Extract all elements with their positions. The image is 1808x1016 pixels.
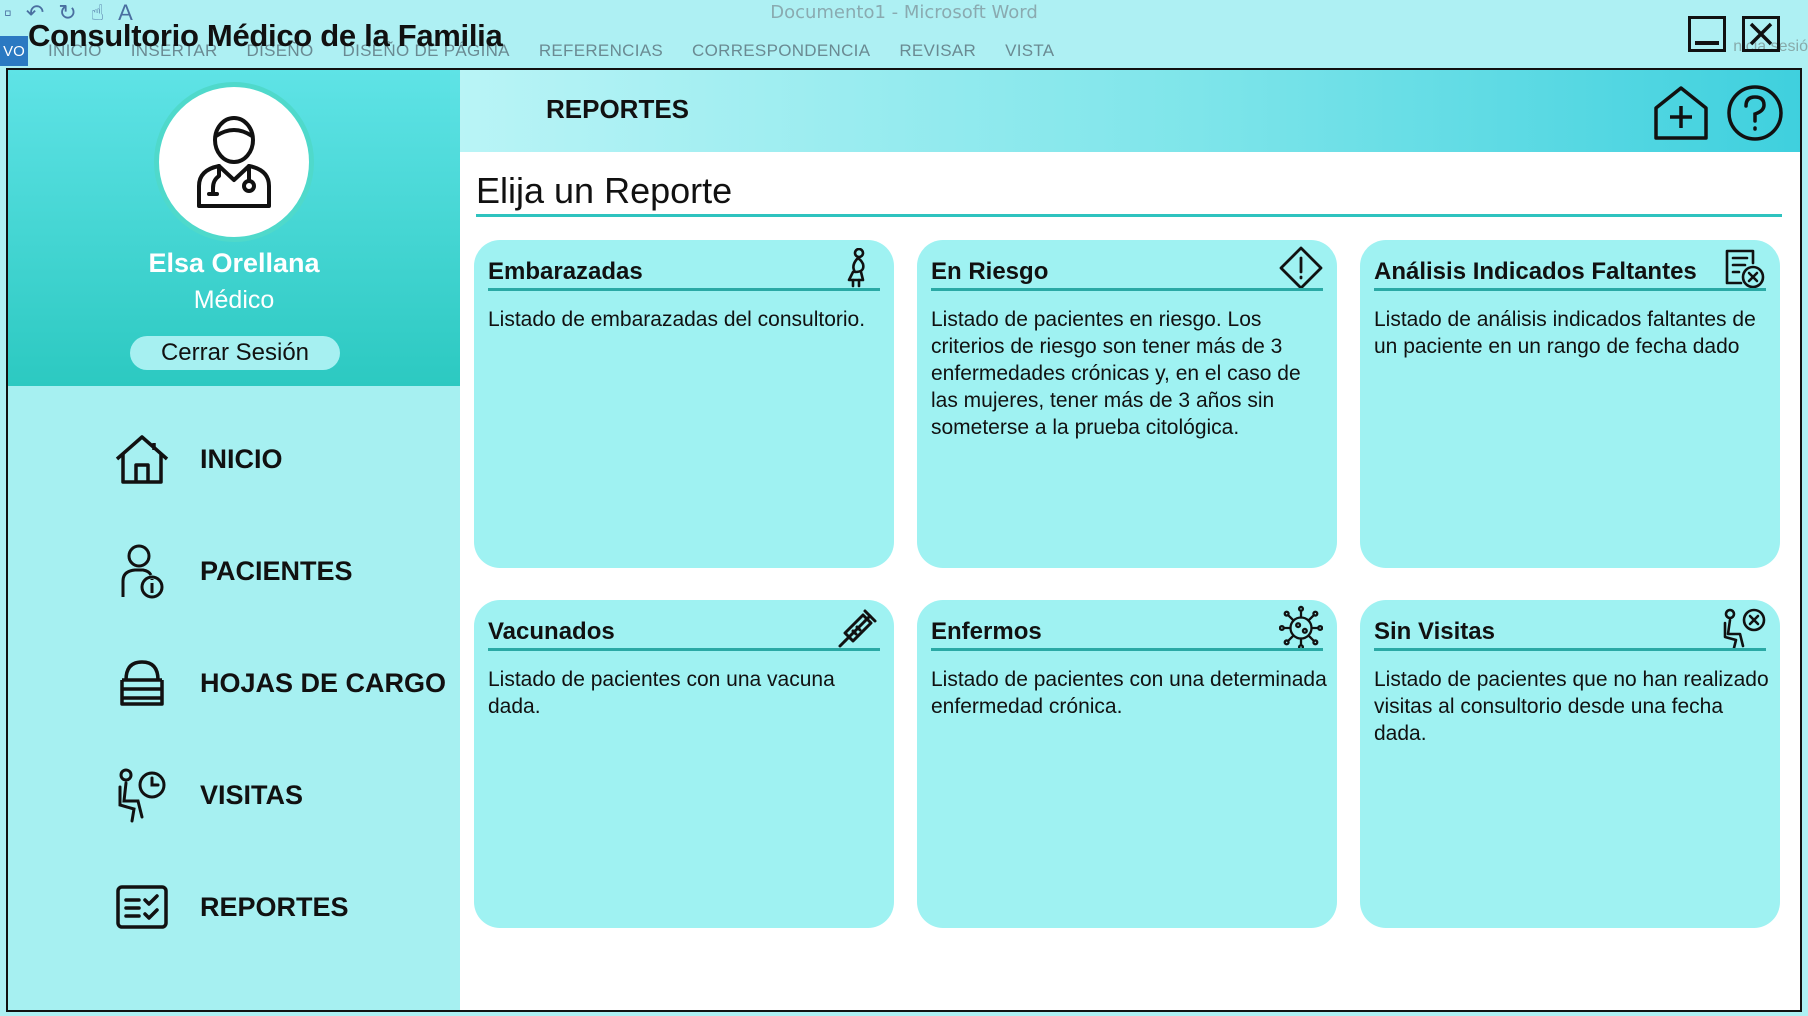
doctor-icon xyxy=(197,116,271,208)
report-checklist-icon xyxy=(116,885,168,929)
card-title: Vacunados xyxy=(488,618,615,645)
card-divider xyxy=(488,288,880,291)
card-divider xyxy=(931,648,1323,651)
card-divider xyxy=(1374,288,1766,291)
report-card-vacunados[interactable]: Vacunados Listado de pacientes con una v… xyxy=(474,600,894,928)
report-card-embarazadas[interactable]: Embarazadas Listado de embarazadas del c… xyxy=(474,240,894,568)
sidebar-item-visitas[interactable]: VISITAS xyxy=(112,760,452,830)
minimize-button[interactable] xyxy=(1688,16,1726,52)
sidebar-item-label: HOJAS DE CARGO xyxy=(200,667,447,698)
sidebar-item-label: VISITAS xyxy=(200,779,304,810)
user-profile: Elsa Orellana Médico Cerrar Sesión xyxy=(8,70,460,386)
question-icon xyxy=(1727,85,1783,141)
file-tab[interactable]: VO xyxy=(0,36,28,66)
app-title: Consultorio Médico de la Familia xyxy=(28,18,503,53)
sidebar: Elsa Orellana Médico Cerrar Sesión INICI… xyxy=(8,70,460,1010)
card-description: Listado de análisis indicados faltantes … xyxy=(1374,308,1756,358)
ribbon-tab-revisar[interactable]: REVISAR xyxy=(899,41,976,61)
ribbon-tab-vista[interactable]: VISTA xyxy=(1005,41,1054,61)
report-card-sin-visitas[interactable]: Sin Visitas Listado de pacientes que no … xyxy=(1360,600,1780,928)
waiting-clock-icon xyxy=(118,768,166,823)
card-title: Enfermos xyxy=(931,618,1042,645)
card-description: Listado de pacientes en riesgo. Los crit… xyxy=(931,308,1301,439)
ribbon-tab-correspondencia[interactable]: CORRESPONDENCIA xyxy=(692,41,870,61)
section-divider xyxy=(476,214,1782,217)
user-role: Médico xyxy=(193,286,275,314)
close-button[interactable] xyxy=(1742,16,1780,52)
ribbon-tab-referencias[interactable]: REFERENCIAS xyxy=(539,41,663,61)
no-visit-icon xyxy=(1723,608,1766,650)
card-description: Listado de pacientes con una determinada… xyxy=(931,668,1327,718)
sidebar-item-label: PACIENTES xyxy=(200,555,353,586)
page-title: REPORTES xyxy=(546,94,690,124)
main-content: REPORTES Elija un Reporte Embarazadas Li… xyxy=(460,70,1800,1010)
home-icon xyxy=(115,435,169,484)
help-button[interactable] xyxy=(1724,82,1786,144)
app-window: Elsa Orellana Médico Cerrar Sesión INICI… xyxy=(6,68,1802,1012)
virus-icon xyxy=(1279,605,1323,651)
syringe-icon xyxy=(838,609,877,648)
sidebar-item-pacientes[interactable]: PACIENTES xyxy=(112,536,452,606)
card-title: En Riesgo xyxy=(931,258,1049,285)
card-description: Listado de pacientes que no han realizad… xyxy=(1374,668,1769,745)
house-plus-icon xyxy=(1654,86,1708,140)
card-title: Embarazadas xyxy=(488,258,643,285)
card-divider xyxy=(931,288,1323,291)
card-description: Listado de embarazadas del consultorio. xyxy=(488,308,866,331)
sidebar-item-label: REPORTES xyxy=(200,891,349,922)
warning-diamond-icon xyxy=(1279,246,1323,290)
card-divider xyxy=(488,648,880,651)
avatar xyxy=(154,82,314,242)
report-card-en-riesgo[interactable]: En Riesgo Listado de pacientes en riesgo… xyxy=(917,240,1337,568)
close-icon xyxy=(1749,22,1773,46)
patient-info-icon xyxy=(121,544,164,599)
report-card-analisis-faltantes[interactable]: Análisis Indicados Faltantes Listado de … xyxy=(1360,240,1780,568)
user-name: Elsa Orellana xyxy=(148,248,320,278)
card-title: Sin Visitas xyxy=(1374,618,1495,645)
section-title: Elija un Reporte xyxy=(476,170,733,211)
card-description: Listado de pacientes con una vacuna dada… xyxy=(488,668,835,718)
logout-button[interactable]: Cerrar Sesión xyxy=(130,336,340,370)
pregnant-icon xyxy=(847,248,865,288)
sidebar-item-reportes[interactable]: REPORTES xyxy=(112,872,452,942)
add-report-button[interactable] xyxy=(1650,82,1712,144)
report-card-enfermos[interactable]: Enfermos Listado de pacientes con una de… xyxy=(917,600,1337,928)
page-header: REPORTES xyxy=(460,70,1800,152)
card-divider xyxy=(1374,648,1766,651)
document-stack-icon xyxy=(120,660,164,706)
sidebar-item-inicio[interactable]: INICIO xyxy=(112,424,452,494)
sidebar-item-label: INICIO xyxy=(200,443,283,474)
missing-analysis-icon xyxy=(1725,249,1765,289)
sidebar-item-hojas-de-cargo[interactable]: HOJAS DE CARGO xyxy=(112,648,452,718)
card-title: Análisis Indicados Faltantes xyxy=(1374,258,1697,285)
